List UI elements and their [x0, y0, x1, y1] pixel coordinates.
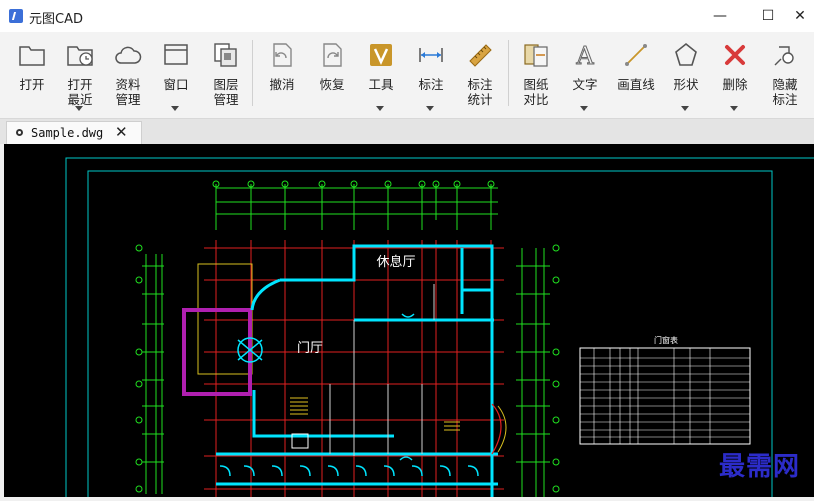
open-recent-button[interactable]: 打开 最近 [56, 34, 104, 116]
text-label: 文字 [572, 77, 598, 92]
svg-text:A: A [575, 42, 594, 69]
drawing-canvas[interactable]: 休息厅 门厅 门窗表 最需网 [4, 144, 814, 501]
app-title: 元图CAD [29, 12, 83, 27]
toolbar-divider [508, 40, 509, 106]
redo-label: 恢复 [319, 77, 345, 92]
room-label-lounge: 休息厅 [376, 254, 415, 270]
folder-icon [19, 46, 45, 66]
dimension-stats-button[interactable]: 标注 统计 [456, 34, 504, 116]
layers-button[interactable]: 图层 管理 [202, 34, 250, 116]
watermark-text: 最需网 [718, 452, 800, 482]
delete-icon [725, 45, 745, 65]
tab-close-icon[interactable]: ✕ [115, 123, 128, 141]
chevron-down-icon[interactable] [580, 106, 588, 111]
window-icon [164, 44, 188, 65]
shape-label: 形状 [673, 77, 699, 92]
title-bar: 元图CAD — ☐ ✕ [0, 0, 814, 33]
delete-button[interactable]: 删除 [711, 34, 759, 116]
chevron-down-icon[interactable] [75, 106, 83, 111]
layers-label: 图层 管理 [213, 77, 239, 107]
chevron-down-icon[interactable] [376, 106, 384, 111]
open-recent-label: 打开 最近 [67, 77, 93, 107]
hide-dimension-button[interactable]: 隐藏 标注 [761, 34, 809, 116]
dimension-icon [419, 48, 443, 62]
pentagon-icon [675, 42, 697, 66]
undo-label: 撤消 [269, 77, 295, 92]
hide-dimension-label: 隐藏 标注 [772, 77, 798, 107]
drawing-compare-button[interactable]: 图纸 对比 [512, 34, 560, 116]
draw-line-button[interactable]: 画直线 [612, 34, 660, 116]
line-icon [625, 44, 647, 66]
tab-sample-dwg[interactable]: Sample.dwg ✕ [6, 121, 142, 145]
resources-button[interactable]: 资料 管理 [104, 34, 152, 116]
app-logo-icon [9, 9, 23, 23]
chevron-down-icon[interactable] [730, 106, 738, 111]
chevron-down-icon[interactable] [171, 106, 179, 111]
open-label: 打开 [19, 77, 45, 92]
undo-icon [273, 43, 292, 67]
ribbon-toolbar: 打开 打开 最近 资料 管理 窗口 图层 管理 撤消 恢复 工具 标注 标注 统… [0, 32, 814, 119]
chevron-down-icon[interactable] [426, 106, 434, 111]
dimension-button[interactable]: 标注 [407, 34, 455, 116]
text-icon: A [575, 42, 595, 70]
compare-icon [524, 44, 548, 67]
maximize-button[interactable]: ☐ [748, 0, 788, 32]
chevron-down-icon[interactable] [681, 106, 689, 111]
text-button[interactable]: A 文字 [561, 34, 609, 116]
close-button[interactable]: ✕ [786, 0, 814, 32]
tools-icon [370, 44, 392, 66]
window-label: 窗口 [163, 77, 189, 92]
window-button[interactable]: 窗口 [152, 34, 200, 116]
undo-button[interactable]: 撤消 [258, 34, 306, 116]
delete-label: 删除 [722, 77, 748, 92]
dimension-label: 标注 [418, 77, 444, 92]
door-table-title: 门窗表 [654, 335, 678, 345]
tools-label: 工具 [368, 77, 394, 92]
drawing-compare-label: 图纸 对比 [523, 77, 549, 107]
document-tabs: Sample.dwg ✕ [0, 119, 814, 145]
resources-label: 资料 管理 [115, 77, 141, 107]
layers-icon [214, 43, 237, 67]
floor-plan-drawing: 休息厅 门厅 门窗表 [65, 157, 814, 501]
cloud-icon [115, 46, 142, 64]
ruler-icon [469, 44, 492, 67]
door-schedule-table: 门窗表 [579, 335, 751, 445]
room-label-lobby: 门厅 [297, 341, 323, 356]
tools-button[interactable]: 工具 [357, 34, 405, 116]
recent-folder-icon [67, 46, 93, 66]
hide-icon [774, 46, 794, 66]
dimension-stats-label: 标注 统计 [467, 77, 493, 107]
minimize-button[interactable]: — [700, 0, 740, 32]
draw-line-label: 画直线 [617, 77, 655, 92]
shape-button[interactable]: 形状 [662, 34, 710, 116]
redo-icon [323, 43, 342, 67]
redo-button[interactable]: 恢复 [308, 34, 356, 116]
file-icon [16, 129, 23, 136]
toolbar-divider [252, 40, 253, 106]
open-button[interactable]: 打开 [8, 34, 56, 116]
tab-label: Sample.dwg [31, 126, 104, 140]
